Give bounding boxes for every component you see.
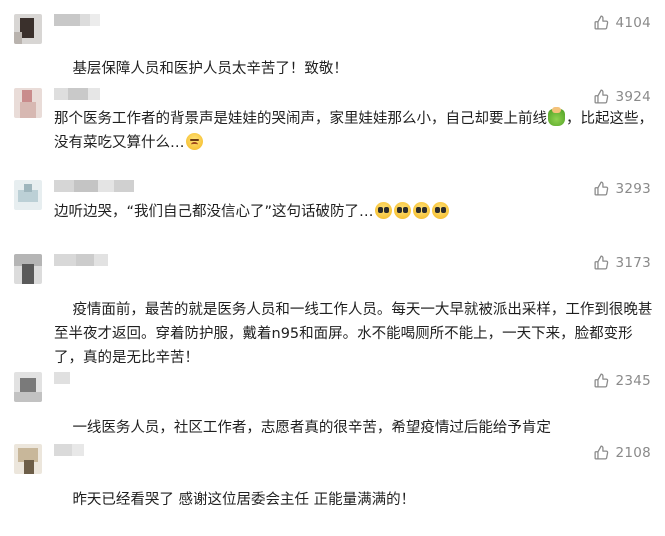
comment-text: 昨天已经看哭了 感谢这位居委会主任 正能量满满的！ [54, 464, 654, 536]
username-redacted[interactable] [54, 180, 134, 192]
like-count: 3293 [615, 180, 651, 197]
thumbs-up-icon [593, 14, 610, 31]
thumbs-up-icon [593, 254, 610, 271]
like-count: 3173 [615, 254, 651, 271]
like-button[interactable]: 2345 [593, 372, 651, 389]
like-count: 3924 [615, 88, 651, 105]
thumbs-up-icon [593, 372, 610, 389]
comment-text: 一线医务人员，社区工作者，志愿者真的很辛苦，希望疫情过后能给予肯定 [54, 392, 654, 464]
like-count: 4104 [615, 14, 651, 31]
comment-body: 昨天已经看哭了 感谢这位居委会主任 正能量满满的！ [72, 492, 416, 508]
like-button[interactable]: 4104 [593, 14, 651, 31]
crying-face-emoji-icon [431, 202, 449, 219]
thumbs-up-icon [593, 444, 610, 461]
like-count: 2345 [615, 372, 651, 389]
comment-text: 基层保障人员和医护人员太辛苦了！致敬！ [54, 33, 654, 105]
like-button[interactable]: 3293 [593, 180, 651, 197]
comment-body: 那个医务工作者的背景声是娃娃的哭闹声，家里娃娃那么小，自己却要上前线 [54, 111, 547, 127]
avatar[interactable] [14, 14, 42, 44]
comment-body: 一线医务人员，社区工作者，志愿者真的很辛苦，希望疫情过后能给予肯定 [72, 420, 551, 436]
comment-text: 疫情面前，最苦的就是医务人员和一线工作人员。每天一大早就被派出采样，工作到很晚甚… [54, 274, 654, 394]
sad-face-emoji-icon [185, 133, 203, 150]
username-redacted[interactable] [54, 14, 100, 26]
comment-text: 边听边哭，“我们自己都没信心了”这句话破防了… [54, 200, 654, 224]
avatar[interactable] [14, 180, 42, 210]
thumbs-up-icon [593, 88, 610, 105]
like-button[interactable]: 3173 [593, 254, 651, 271]
username-redacted[interactable] [54, 254, 108, 266]
comment-body: 基层保障人员和医护人员太辛苦了！致敬！ [72, 61, 348, 77]
like-button[interactable]: 3924 [593, 88, 651, 105]
like-button[interactable]: 2108 [593, 444, 651, 461]
username-redacted[interactable] [54, 372, 70, 384]
avatar[interactable] [14, 372, 42, 402]
crying-face-emoji-icon [374, 202, 392, 219]
avatar[interactable] [14, 444, 42, 474]
crying-face-emoji-icon [412, 202, 430, 219]
avatar[interactable] [14, 254, 42, 284]
comment-text: 那个医务工作者的背景声是娃娃的哭闹声，家里娃娃那么小，自己却要上前线 ，比起这些，… [54, 107, 654, 155]
crying-face-emoji-icon [393, 202, 411, 219]
thumbs-up-icon [593, 180, 610, 197]
like-count: 2108 [615, 444, 651, 461]
comment-body: 边听边哭，“我们自己都没信心了”这句话破防了… [54, 204, 374, 220]
strong-arm-emoji-icon [548, 107, 565, 126]
avatar[interactable] [14, 88, 42, 118]
comment-body: 疫情面前，最苦的就是医务人员和一线工作人员。每天一大早就被派出采样，工作到很晚甚… [54, 302, 653, 366]
username-redacted[interactable] [54, 444, 84, 456]
username-redacted[interactable] [54, 88, 100, 100]
